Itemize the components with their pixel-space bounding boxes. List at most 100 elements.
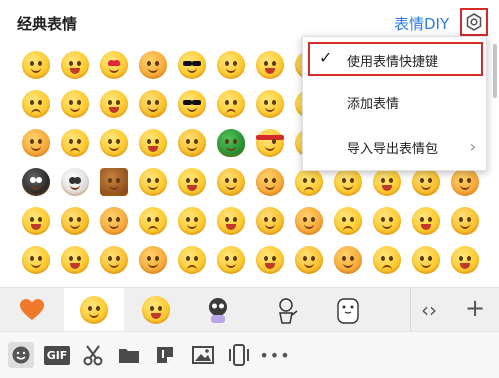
emoji-item[interactable] bbox=[16, 45, 55, 84]
emoji-tool-button[interactable] bbox=[8, 342, 34, 368]
emoji-item[interactable] bbox=[172, 201, 211, 240]
emoji-face-icon bbox=[99, 206, 128, 235]
emoji-face-icon bbox=[333, 167, 362, 196]
emoji-item[interactable] bbox=[211, 84, 250, 123]
emoji-item[interactable] bbox=[55, 123, 94, 162]
panel-title: 经典表情 bbox=[17, 15, 78, 33]
emoji-item[interactable] bbox=[16, 123, 55, 162]
emoji-item[interactable] bbox=[445, 240, 484, 279]
category-tab-sticker-2[interactable] bbox=[256, 288, 316, 332]
category-tab-classic[interactable] bbox=[64, 288, 124, 332]
emoji-item[interactable] bbox=[211, 201, 250, 240]
emoji-item[interactable] bbox=[172, 162, 211, 201]
emoji-face-icon bbox=[294, 206, 323, 235]
emoji-item[interactable] bbox=[94, 45, 133, 84]
emoji-item[interactable] bbox=[94, 240, 133, 279]
emoji-item[interactable] bbox=[406, 240, 445, 279]
category-tab-favorites[interactable] bbox=[2, 288, 62, 332]
emoji-face-icon bbox=[21, 206, 50, 235]
emoji-item[interactable] bbox=[367, 240, 406, 279]
scrollbar-thumb[interactable] bbox=[493, 44, 497, 98]
emoji-item[interactable] bbox=[172, 45, 211, 84]
emoji-item[interactable] bbox=[94, 123, 133, 162]
emoji-face-icon bbox=[216, 206, 245, 235]
emoji-item[interactable] bbox=[94, 201, 133, 240]
emoji-item[interactable] bbox=[133, 84, 172, 123]
image-icon bbox=[192, 346, 214, 364]
emoji-item[interactable] bbox=[211, 123, 250, 162]
emoji-item[interactable] bbox=[16, 162, 55, 201]
emoji-item[interactable] bbox=[328, 240, 367, 279]
emoji-item[interactable] bbox=[16, 201, 55, 240]
emoji-face-icon bbox=[216, 245, 245, 274]
emoji-diy-link[interactable]: 表情DIY bbox=[394, 13, 449, 34]
emoji-item[interactable] bbox=[55, 240, 94, 279]
emoji-face-icon bbox=[60, 206, 89, 235]
emoji-face-icon bbox=[177, 206, 206, 235]
menu-item-add-emoji[interactable]: 添加表情 bbox=[303, 84, 486, 124]
settings-button[interactable] bbox=[460, 8, 488, 36]
emoji-item[interactable] bbox=[328, 201, 367, 240]
emoji-face-icon bbox=[60, 50, 89, 79]
bottom-toolbar: GIF ••• bbox=[0, 331, 499, 378]
emoji-item[interactable] bbox=[133, 240, 172, 279]
emoji-item[interactable] bbox=[211, 45, 250, 84]
emoji-item[interactable] bbox=[406, 201, 445, 240]
menu-item-import-export[interactable]: 导入导出表情包 › bbox=[303, 129, 486, 169]
emoji-face-icon bbox=[255, 167, 284, 196]
emoji-item[interactable] bbox=[133, 45, 172, 84]
emoji-item[interactable] bbox=[55, 45, 94, 84]
sticker-tool-button[interactable] bbox=[152, 342, 178, 368]
emoji-item[interactable] bbox=[172, 240, 211, 279]
emoji-face-icon bbox=[99, 128, 128, 157]
emoji-item[interactable] bbox=[94, 84, 133, 123]
category-nav-icon[interactable]: ‹› bbox=[421, 298, 437, 322]
menu-item-shortcut[interactable]: ✓ 使用表情快捷键 bbox=[308, 42, 483, 76]
more-button[interactable]: ••• bbox=[259, 342, 289, 368]
emoji-item[interactable] bbox=[250, 123, 289, 162]
emoji-item[interactable] bbox=[211, 240, 250, 279]
emoji-face-icon bbox=[216, 50, 245, 79]
emoji-item[interactable] bbox=[445, 201, 484, 240]
emoji-item[interactable] bbox=[367, 201, 406, 240]
emoji-item[interactable] bbox=[133, 123, 172, 162]
emoji-face-icon bbox=[21, 245, 50, 274]
emoji-item[interactable] bbox=[172, 123, 211, 162]
emoji-face-icon bbox=[294, 167, 323, 196]
emoji-face-icon bbox=[99, 89, 128, 118]
emoji-item[interactable] bbox=[133, 201, 172, 240]
screenshot-tool-button[interactable] bbox=[80, 342, 106, 368]
emoji-face-icon bbox=[255, 50, 284, 79]
emoji-item[interactable] bbox=[250, 84, 289, 123]
add-category-icon[interactable]: + bbox=[465, 294, 485, 322]
image-tool-button[interactable] bbox=[190, 342, 216, 368]
emoji-item[interactable] bbox=[133, 162, 172, 201]
gif-tool-button[interactable]: GIF bbox=[43, 342, 71, 368]
emoji-item[interactable] bbox=[250, 201, 289, 240]
emoji-item[interactable] bbox=[172, 84, 211, 123]
category-tab-sticker-1[interactable] bbox=[188, 288, 248, 332]
emoji-item[interactable] bbox=[55, 162, 94, 201]
chevron-right-icon: › bbox=[469, 137, 476, 156]
emoji-item[interactable] bbox=[250, 240, 289, 279]
category-tab-emoji[interactable] bbox=[126, 288, 186, 332]
emoji-item[interactable] bbox=[250, 162, 289, 201]
emoji-item[interactable] bbox=[289, 201, 328, 240]
emoji-face-icon bbox=[372, 245, 401, 274]
emoji-item[interactable] bbox=[94, 162, 133, 201]
emoji-face-icon bbox=[333, 245, 362, 274]
emoji-item[interactable] bbox=[16, 240, 55, 279]
menu-item-label: 使用表情快捷键 bbox=[347, 55, 439, 70]
emoji-face-icon bbox=[372, 167, 401, 196]
category-tab-sticker-bear[interactable] bbox=[318, 288, 378, 332]
emoji-item[interactable] bbox=[289, 240, 328, 279]
emoji-item[interactable] bbox=[55, 84, 94, 123]
emoji-item[interactable] bbox=[16, 84, 55, 123]
file-tool-button[interactable] bbox=[116, 342, 142, 368]
shake-tool-button[interactable] bbox=[226, 342, 252, 368]
emoji-item[interactable] bbox=[211, 162, 250, 201]
emoji-face-icon bbox=[138, 89, 167, 118]
emoji-face-icon bbox=[255, 89, 284, 118]
emoji-item[interactable] bbox=[55, 201, 94, 240]
emoji-item[interactable] bbox=[250, 45, 289, 84]
